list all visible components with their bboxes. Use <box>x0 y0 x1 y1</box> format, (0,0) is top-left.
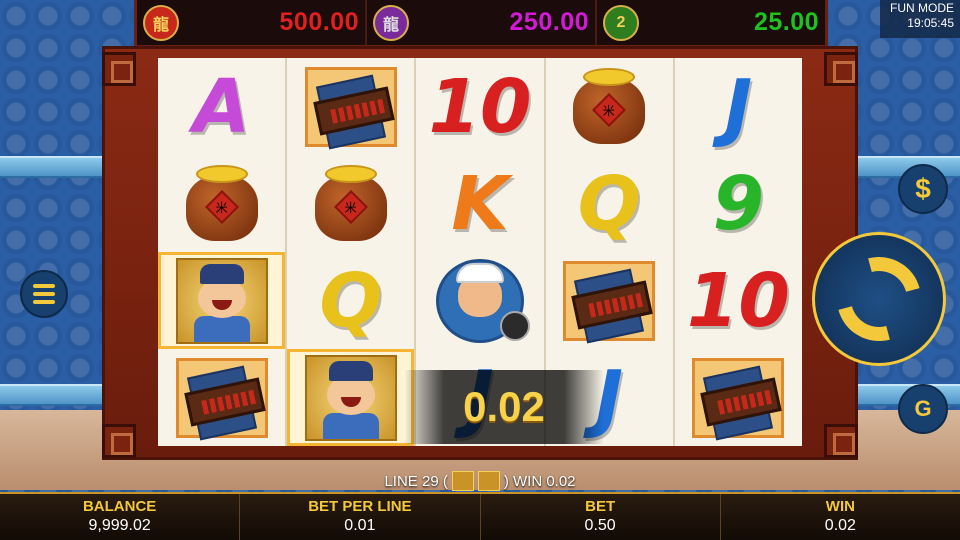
autoplay-icon: G <box>914 396 932 421</box>
reel-cell: 10 <box>675 252 802 349</box>
reel-cell <box>287 58 414 155</box>
win-amount: 0.02 <box>463 383 545 430</box>
bet-label: BET <box>585 498 616 515</box>
abacus-book-symbol <box>175 357 268 440</box>
letter-symbol: K <box>451 160 509 247</box>
mode-label: FUN MODE <box>890 1 954 15</box>
letter-symbol: 10 <box>428 63 532 150</box>
dragon-red-icon: 龍 <box>143 4 179 41</box>
win-panel: WIN 0.02 <box>721 494 960 540</box>
reel-cell: K <box>416 155 543 252</box>
line-win-label: ) WIN 0.02 <box>503 472 576 490</box>
reel-cell <box>158 252 286 349</box>
reel-5: J 9 10 <box>675 58 802 446</box>
reel-2: 米Q <box>287 58 417 446</box>
letter-symbol: A <box>192 63 251 150</box>
frame-corner <box>102 424 136 458</box>
reel-cell: A <box>158 58 285 155</box>
line-label: LINE 29 ( <box>384 472 448 490</box>
autoplay-button[interactable]: G <box>898 384 948 434</box>
frame-corner <box>824 424 858 458</box>
bet-per-line-label: BET PER LINE <box>308 498 412 515</box>
bet-per-line-panel[interactable]: BET PER LINE 0.01 <box>240 494 481 540</box>
clock: 19:05:45 <box>907 16 954 30</box>
hamburger-icon <box>33 284 55 288</box>
reel-cell <box>287 349 415 446</box>
reel-cell: 10 <box>416 58 543 155</box>
frame-corner <box>102 52 136 86</box>
fun-mode-indicator: FUN MODE 19:05:45 <box>880 0 960 38</box>
spin-arrows-icon <box>821 241 937 357</box>
jackpot-minor: 龍 250.00 <box>367 0 597 45</box>
letter-symbol: J <box>724 63 753 150</box>
jackpot-mini: 2 25.00 <box>597 0 825 45</box>
jackpot-bar: 龍 500.00 龍 250.00 2 25.00 <box>134 0 828 48</box>
letter-symbol: Q <box>577 160 641 247</box>
rice-pot-symbol: 米 <box>571 67 647 146</box>
balance-value: 9,999.02 <box>88 517 151 534</box>
balance-label: BALANCE <box>82 498 157 515</box>
dragon-silver-icon: 龍 <box>373 4 409 41</box>
jackpot-major: 龍 500.00 <box>137 0 367 45</box>
menu-button[interactable] <box>20 270 68 318</box>
letter-symbol: 9 <box>712 160 765 247</box>
reel-cell: 9 <box>675 155 802 252</box>
rice-pot-symbol: 米 <box>313 164 389 243</box>
official-symbol <box>304 354 397 441</box>
boy-symbol <box>434 257 530 345</box>
abacus-book-symbol <box>304 66 397 149</box>
reel-cell: Q <box>546 155 673 252</box>
spin-button[interactable] <box>812 232 946 366</box>
reel-cell <box>158 349 285 446</box>
bet-settings-button[interactable]: $ <box>898 164 948 214</box>
reel-cell: 米 <box>546 58 673 155</box>
bet-value: 0.50 <box>584 517 616 534</box>
reel-cell <box>546 252 673 349</box>
bet-per-line-value: 0.01 <box>344 517 376 534</box>
reel-cell: J <box>675 58 802 155</box>
jackpot-value: 25.00 <box>753 8 819 36</box>
reel-cell <box>416 252 543 349</box>
letter-symbol: 10 <box>686 257 790 344</box>
reel-cell: 米 <box>287 155 414 252</box>
official-symbol <box>175 257 268 344</box>
letter-symbol: Q <box>319 257 383 344</box>
win-amount-overlay: 0.02 <box>404 370 604 444</box>
reel-cell: 米 <box>158 155 285 252</box>
abacus-book-symbol <box>692 357 785 440</box>
reel-1: A米 <box>158 58 288 446</box>
win-label: WIN <box>825 498 855 515</box>
coin-2-icon: 2 <box>603 4 639 41</box>
jackpot-value: 500.00 <box>279 8 359 36</box>
balance-panel: BALANCE 9,999.02 <box>0 494 241 540</box>
bet-panel[interactable]: BET 0.50 <box>481 494 721 540</box>
reel-cell: Q <box>287 252 414 349</box>
line-win-info: LINE 29 ( ) WIN 0.02 <box>0 470 960 492</box>
official-symbol-icon <box>451 471 474 491</box>
jackpot-value: 250.00 <box>509 8 589 36</box>
rice-pot-symbol: 米 <box>184 164 260 243</box>
abacus-book-symbol <box>563 260 656 343</box>
win-value: 0.02 <box>824 517 856 534</box>
official-symbol-icon <box>477 471 500 491</box>
frame-corner <box>824 52 858 86</box>
reel-cell <box>675 349 802 446</box>
dollar-icon: $ <box>915 173 931 204</box>
bottom-bar: BALANCE 9,999.02 BET PER LINE 0.01 BET 0… <box>0 492 960 540</box>
